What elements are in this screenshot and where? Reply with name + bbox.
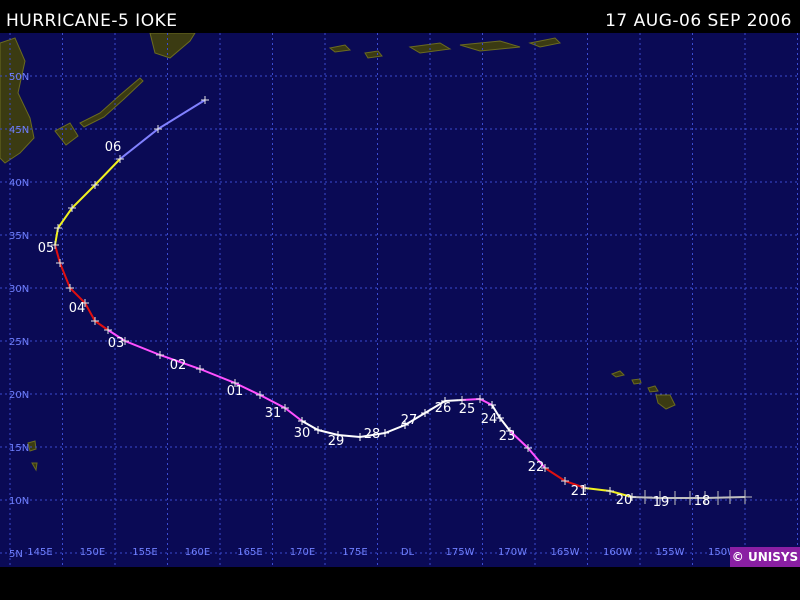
lon-label: 160E: [185, 547, 210, 558]
day-label: 06: [105, 140, 122, 155]
day-label: 24: [481, 412, 498, 427]
lon-label: 155W: [656, 547, 685, 558]
lon-label: 165W: [551, 547, 580, 558]
date-range: 17 AUG-06 SEP 2006: [605, 11, 792, 31]
lon-label: 155E: [132, 547, 157, 558]
map-area: 50N 45N 40N 35N 30N 25N 20N 15N 10N 5N 145E 150E 15…: [0, 32, 800, 567]
day-label: 26: [435, 401, 452, 416]
lon-label: 170E: [290, 547, 315, 558]
lon-label: 165E: [237, 547, 262, 558]
day-label: 21: [571, 484, 588, 499]
lon-label: 175W: [446, 547, 475, 558]
day-label: 02: [170, 358, 187, 373]
day-label: 03: [108, 336, 125, 351]
footer-bar: © UNISYS: [0, 547, 800, 600]
lon-label: 160W: [603, 547, 632, 558]
day-label: 27: [401, 413, 418, 428]
day-label: 22: [528, 460, 545, 475]
day-label: 30: [294, 426, 311, 441]
lon-label: 150E: [80, 547, 105, 558]
day-label: 19: [653, 495, 670, 510]
lat-label: 35N: [9, 231, 29, 242]
lat-label: 40N: [9, 178, 29, 189]
lat-label: 20N: [9, 390, 29, 401]
lat-label: 15N: [9, 443, 29, 454]
day-label: 28: [364, 427, 381, 442]
lat-label: 25N: [9, 337, 29, 348]
day-label: 25: [459, 402, 476, 417]
day-label: 01: [227, 384, 244, 399]
lat-label: 10N: [9, 496, 29, 507]
lat-label: 45N: [9, 125, 29, 136]
lat-label: 50N: [9, 72, 29, 83]
ocean-background: [0, 33, 800, 567]
day-label: 04: [69, 301, 86, 316]
lat-label: 5N: [9, 549, 23, 560]
day-label: 29: [328, 434, 345, 449]
lon-label: 175E: [342, 547, 367, 558]
track-map: 50N 45N 40N 35N 30N 25N 20N 15N 10N 5N 145E 150E 15…: [0, 32, 800, 567]
day-label: 18: [694, 494, 711, 509]
lat-label: 30N: [9, 284, 29, 295]
day-label: 31: [265, 406, 282, 421]
lon-label: 170W: [498, 547, 527, 558]
header-bar: HURRICANE-5 IOKE 17 AUG-06 SEP 2006: [0, 0, 800, 33]
unisys-credit: © UNISYS: [730, 547, 800, 567]
day-label: 05: [38, 241, 55, 256]
lon-label: DL: [401, 547, 415, 558]
storm-title: HURRICANE-5 IOKE: [6, 11, 178, 31]
day-label: 23: [499, 429, 516, 444]
day-label: 20: [616, 493, 633, 508]
lon-label: 145E: [27, 547, 52, 558]
